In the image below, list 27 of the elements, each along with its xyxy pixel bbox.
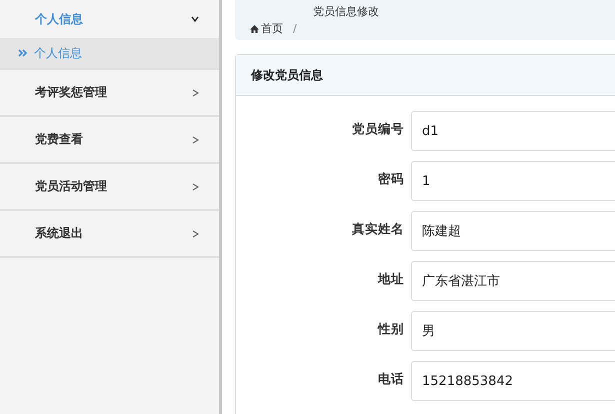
field-label: 电话 xyxy=(377,370,404,388)
menu-header[interactable]: 党费查看 xyxy=(0,117,219,164)
home-link[interactable]: 首页 xyxy=(250,21,283,36)
input-field[interactable]: 15218853842 xyxy=(411,361,615,401)
input-field[interactable]: 陈建超 xyxy=(411,211,615,251)
card-title: 修改党员信息 xyxy=(236,55,615,96)
field-label: 地址 xyxy=(376,270,404,288)
chevron-right-icon xyxy=(192,182,199,190)
input-field[interactable]: 1 xyxy=(411,161,615,201)
menu-header[interactable]: 党员活动管理 xyxy=(0,164,219,211)
field-label: 密码 xyxy=(377,170,404,188)
menu-header[interactable]: 考评奖惩管理 xyxy=(0,70,219,117)
double-chevron-icon xyxy=(18,49,28,57)
field-label: 党员编号 xyxy=(351,120,404,138)
menu-header[interactable]: 系统退出 xyxy=(0,211,219,258)
chevron-down-icon xyxy=(191,16,199,22)
chevron-right-icon xyxy=(192,230,199,238)
breadcrumb-current: 党员信息修改 xyxy=(312,4,380,19)
chevron-right-icon xyxy=(192,136,199,144)
input-field[interactable]: d1 xyxy=(411,111,615,151)
chevron-right-icon xyxy=(192,88,199,96)
home-icon xyxy=(250,24,259,32)
input-field[interactable]: 广东省湛江市 xyxy=(411,261,615,301)
input-field[interactable]: 男 xyxy=(411,311,615,351)
breadcrumb-separator: / xyxy=(293,22,297,35)
field-label: 性别 xyxy=(376,320,404,338)
field-label: 真实姓名 xyxy=(351,220,404,238)
